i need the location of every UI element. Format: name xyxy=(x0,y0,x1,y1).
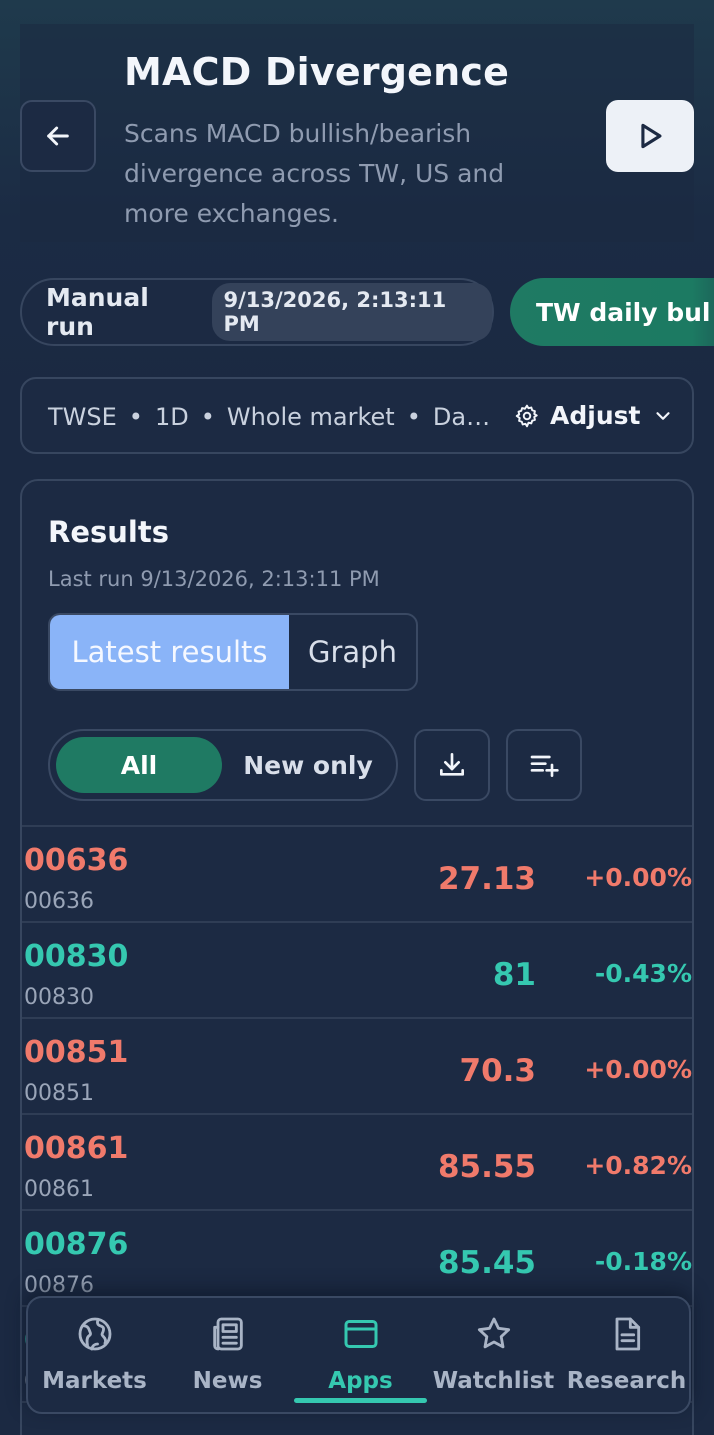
results-filter-toggle: All New only xyxy=(48,729,398,801)
nav-label: News xyxy=(192,1368,263,1394)
newspaper-icon xyxy=(212,1317,243,1351)
tab-latest-results[interactable]: Latest results xyxy=(50,615,289,689)
universe-value: Whole market xyxy=(226,403,395,431)
results-card: Results Last run 9/13/2026, 2:13:11 PM L… xyxy=(20,479,694,1435)
row-change: +0.00% xyxy=(584,1055,692,1084)
row-price: 27.13 xyxy=(437,861,536,897)
manual-run-chip[interactable]: Manual run 9/13/2026, 2:13:11 PM xyxy=(20,278,494,346)
star-icon xyxy=(477,1317,510,1349)
row-change: +0.82% xyxy=(584,1151,692,1180)
active-tab-indicator xyxy=(294,1398,427,1403)
nav-item-watchlist[interactable]: Watchlist xyxy=(427,1298,560,1412)
extra-value: Da… xyxy=(432,403,491,431)
nav-label: Apps xyxy=(328,1368,393,1394)
row-symbol: 00636 xyxy=(24,843,129,878)
row-symbol: 00830 xyxy=(24,939,129,974)
bottom-nav: Markets News Apps Watchlist Research xyxy=(26,1296,691,1414)
row-symbol: 00876 xyxy=(24,1227,129,1262)
row-change: +0.00% xyxy=(584,863,692,892)
table-row[interactable]: 00876 00876 85.45 -0.18% xyxy=(22,1211,692,1307)
settings-summary: TWSE • 1D • Whole market • Da… xyxy=(48,403,491,431)
nav-item-apps[interactable]: Apps xyxy=(294,1298,427,1412)
globe-icon xyxy=(78,1317,111,1351)
app-window-icon xyxy=(344,1320,377,1348)
row-name: 00851 xyxy=(24,1081,94,1106)
nav-item-research[interactable]: Research xyxy=(560,1298,693,1412)
app-screen: MACD Divergence Scans MACD bullish/beari… xyxy=(0,0,714,1435)
preset-run-label: TW daily bul xyxy=(536,297,711,327)
row-name: 00636 xyxy=(24,889,94,914)
list-add-icon xyxy=(530,755,559,777)
manual-run-label: Manual run xyxy=(46,283,149,341)
row-name: 00876 xyxy=(24,1273,94,1298)
table-row[interactable]: 00851 00851 70.3 +0.00% xyxy=(22,1019,692,1115)
row-name: 00830 xyxy=(24,985,94,1010)
run-chips: Manual run 9/13/2026, 2:13:11 PM TW dail… xyxy=(20,278,714,346)
document-icon xyxy=(615,1317,640,1351)
results-title: Results xyxy=(48,515,169,549)
tab-graph[interactable]: Graph xyxy=(289,615,416,689)
manual-run-timestamp: 9/13/2026, 2:13:11 PM xyxy=(211,283,492,341)
interval-value: 1D xyxy=(154,403,189,431)
exchange-value: TWSE xyxy=(48,403,117,431)
table-row[interactable]: 00830 00830 81 -0.43% xyxy=(22,923,692,1019)
table-row[interactable]: 00636 00636 27.13 +0.00% xyxy=(22,827,692,923)
download-icon xyxy=(440,753,464,776)
row-symbol: 00861 xyxy=(24,1131,129,1166)
page-title: MACD Divergence xyxy=(124,50,510,94)
row-price: 70.3 xyxy=(459,1053,537,1089)
last-run-text: Last run 9/13/2026, 2:13:11 PM xyxy=(48,567,380,591)
table-row[interactable]: 00861 00861 85.55 +0.82% xyxy=(22,1115,692,1211)
row-price: 85.45 xyxy=(437,1245,536,1281)
play-icon xyxy=(641,123,662,149)
row-price: 81 xyxy=(492,957,536,993)
download-button[interactable] xyxy=(414,729,490,801)
row-change: -0.18% xyxy=(594,1247,692,1276)
filter-all-button[interactable]: All xyxy=(56,737,222,793)
results-view-tabs: Latest results Graph xyxy=(48,613,418,691)
back-button[interactable] xyxy=(20,100,96,172)
gear-icon xyxy=(515,404,538,427)
nav-label: Research xyxy=(566,1368,687,1394)
row-symbol: 00851 xyxy=(24,1035,129,1070)
chevron-down-icon xyxy=(656,411,671,420)
run-button[interactable] xyxy=(606,100,694,172)
add-to-list-button[interactable] xyxy=(506,729,582,801)
preset-run-chip[interactable]: TW daily bul xyxy=(510,278,714,346)
adjust-button[interactable]: Adjust xyxy=(514,401,674,430)
row-name: 00861 xyxy=(24,1177,94,1202)
nav-label: Markets xyxy=(42,1368,147,1394)
page-subtitle: Scans MACD bullish/bearish divergence ac… xyxy=(124,119,505,228)
row-change: -0.43% xyxy=(594,959,692,988)
nav-label: Watchlist xyxy=(432,1368,555,1394)
scan-settings-bar[interactable]: TWSE • 1D • Whole market • Da… Adjust xyxy=(20,377,694,454)
row-price: 85.55 xyxy=(437,1149,536,1185)
nav-item-news[interactable]: News xyxy=(161,1298,294,1412)
nav-item-markets[interactable]: Markets xyxy=(28,1298,161,1412)
adjust-label: Adjust xyxy=(550,401,641,430)
filter-new-only-button[interactable]: New only xyxy=(230,737,386,793)
arrow-left-icon xyxy=(47,126,69,146)
